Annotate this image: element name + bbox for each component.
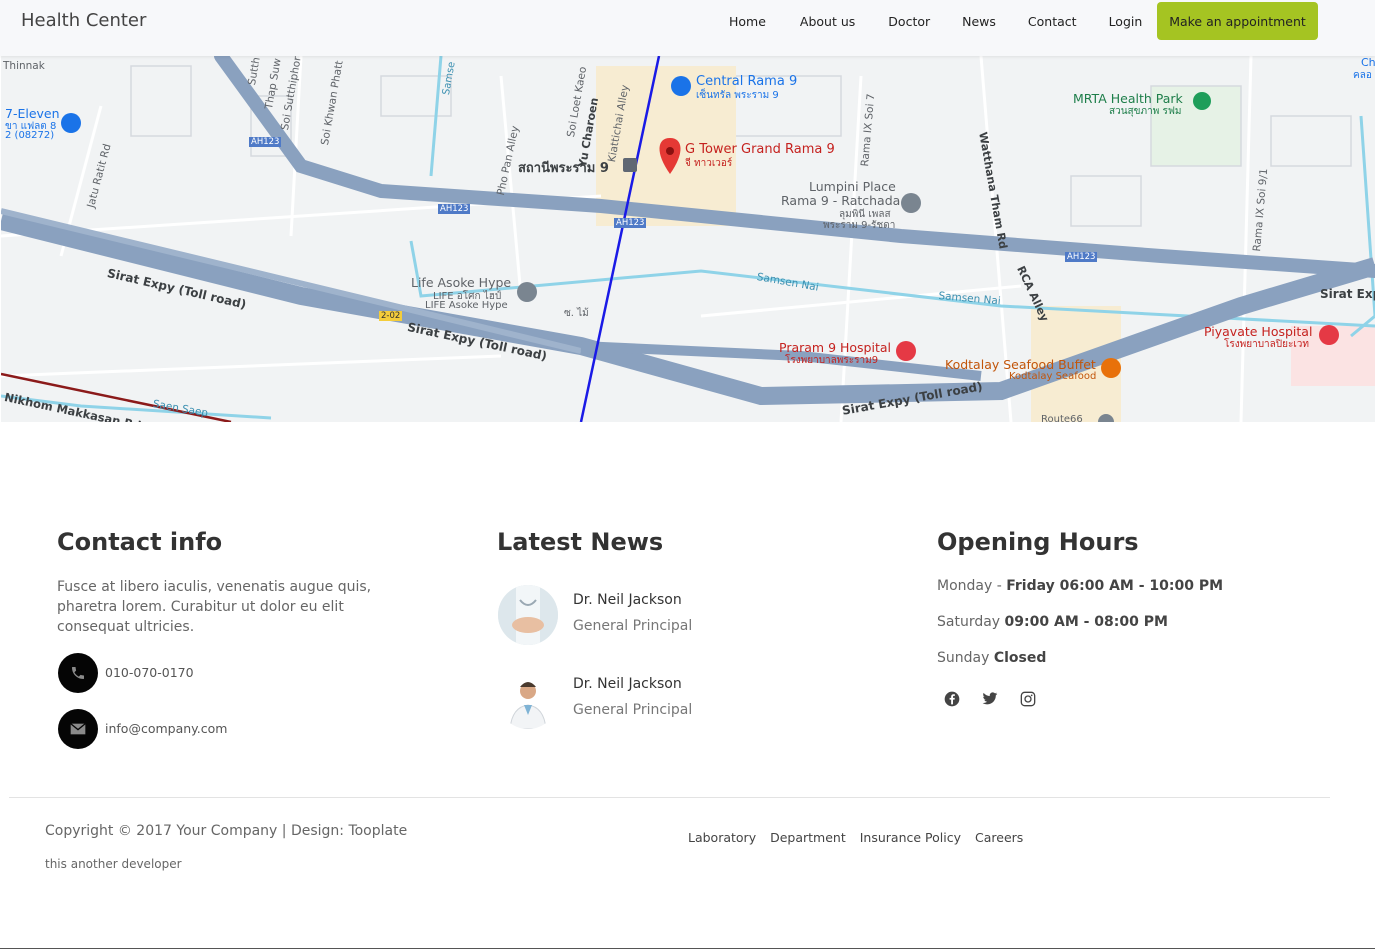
map-label: Life Asoke Hype bbox=[411, 275, 512, 290]
map-label: AH123 bbox=[249, 137, 282, 147]
doctor-hands-image bbox=[498, 585, 558, 645]
nav-home[interactable]: Home bbox=[729, 14, 766, 29]
map-label: Lumpini Place bbox=[809, 179, 896, 194]
news-author[interactable]: Dr. Neil Jackson bbox=[573, 676, 682, 692]
hours-title: Opening Hours bbox=[937, 528, 1139, 556]
top-navbar: Health Center Home About us Doctor News … bbox=[0, 0, 1375, 56]
nav-contact[interactable]: Contact bbox=[1028, 14, 1077, 29]
map-label: 2-02 bbox=[379, 311, 403, 321]
nav-login[interactable]: Login bbox=[1109, 14, 1143, 29]
map-label: 2 (08272) bbox=[5, 130, 55, 141]
news-thumbnail[interactable] bbox=[498, 669, 558, 729]
map-label: AH123 bbox=[438, 204, 471, 214]
facebook-icon[interactable] bbox=[942, 689, 962, 709]
copyright-text: Copyright © 2017 Your Company | Design: … bbox=[45, 823, 408, 839]
map-label: Sirat Exp bbox=[1320, 287, 1375, 301]
map-label: Central Rama 9 bbox=[696, 74, 798, 89]
email-address[interactable]: info@company.com bbox=[105, 721, 227, 736]
map-label: Kodtalay Seafood Buffet bbox=[945, 357, 1096, 372]
map-label: Route66 bbox=[1041, 414, 1083, 422]
map-label: พระราม 9-รัชดา bbox=[823, 220, 896, 231]
map-label: สวนสุขภาพ รฟม bbox=[1109, 106, 1182, 117]
news-role: General Principal bbox=[573, 702, 693, 718]
bottom-border bbox=[0, 948, 1375, 949]
footer-link-insurance[interactable]: Insurance Policy bbox=[860, 830, 961, 845]
map-label: โรงพยาบาลพระราม9 bbox=[785, 355, 879, 366]
developer-text: this another developer bbox=[45, 857, 182, 871]
hours-time: 09:00 AM - 08:00 PM bbox=[1004, 614, 1168, 630]
twitter-icon[interactable] bbox=[980, 689, 1000, 709]
map-label: Rama 9 - Ratchada bbox=[781, 193, 901, 208]
nav-news[interactable]: News bbox=[962, 14, 996, 29]
hours-time: Friday 06:00 AM - 10:00 PM bbox=[1006, 578, 1224, 594]
map-label: จี ทาวเวอร์ bbox=[685, 158, 733, 169]
envelope-icon bbox=[70, 723, 86, 735]
footer-link-careers[interactable]: Careers bbox=[975, 830, 1023, 845]
news-thumbnail[interactable] bbox=[498, 585, 558, 645]
map-label: AH123 bbox=[614, 218, 647, 228]
map-label: Kodtalay Seafood bbox=[1009, 371, 1097, 382]
doctor-portrait-image bbox=[498, 669, 558, 729]
footer-links: Laboratory Department Insurance Policy C… bbox=[688, 830, 1037, 845]
hours-day: Sunday bbox=[937, 650, 994, 666]
email-icon-circle bbox=[58, 709, 98, 749]
hours-row: Sunday Closed bbox=[937, 650, 1046, 666]
map-label: คลอ bbox=[1353, 70, 1372, 81]
phone-icon bbox=[72, 667, 84, 679]
hours-time: Closed bbox=[993, 650, 1047, 666]
contact-title: Contact info bbox=[57, 528, 223, 556]
footer-link-laboratory[interactable]: Laboratory bbox=[688, 830, 756, 845]
news-author[interactable]: Dr. Neil Jackson bbox=[573, 592, 682, 608]
map-label: G Tower Grand Rama 9 bbox=[685, 142, 835, 157]
hours-row: Saturday 09:00 AM - 08:00 PM bbox=[937, 614, 1168, 630]
brand-logo[interactable]: Health Center bbox=[21, 10, 146, 31]
nav-doctor[interactable]: Doctor bbox=[888, 14, 930, 29]
map-label: ซ. ไม้ bbox=[564, 308, 589, 319]
nav-about[interactable]: About us bbox=[800, 14, 855, 29]
map-label: สถานีพระราม 9 bbox=[518, 161, 609, 176]
footer-link-department[interactable]: Department bbox=[770, 830, 846, 845]
phone-icon-circle bbox=[58, 653, 98, 693]
contact-description: Fusce at libero iaculis, venenatis augue… bbox=[57, 579, 372, 635]
phone-number[interactable]: 010-070-0170 bbox=[105, 665, 194, 680]
footer-divider bbox=[9, 797, 1330, 798]
appointment-button[interactable]: Make an appointment bbox=[1157, 2, 1318, 40]
map-label: โรงพยาบาลปิยะเวท bbox=[1224, 339, 1309, 350]
hours-day: Saturday bbox=[937, 614, 1005, 630]
news-title: Latest News bbox=[497, 528, 664, 556]
news-role: General Principal bbox=[573, 618, 693, 634]
hours-row: Monday - Friday 06:00 AM - 10:00 PM bbox=[937, 578, 1223, 594]
map-label: เซ็นทรัล พระราม 9 bbox=[696, 90, 779, 101]
instagram-icon[interactable] bbox=[1018, 689, 1038, 709]
map-label: Thinnak bbox=[3, 60, 45, 72]
hours-day: Monday - bbox=[937, 578, 1007, 594]
nav-menu: Home About us Doctor News Contact Login bbox=[697, 14, 1142, 29]
google-map[interactable]: Central Rama 9 เซ็นทรัล พระราม 9 G Tower… bbox=[1, 56, 1375, 422]
map-label: LIFE Asoke Hype bbox=[425, 300, 508, 311]
map-label: AH123 bbox=[1065, 252, 1098, 262]
